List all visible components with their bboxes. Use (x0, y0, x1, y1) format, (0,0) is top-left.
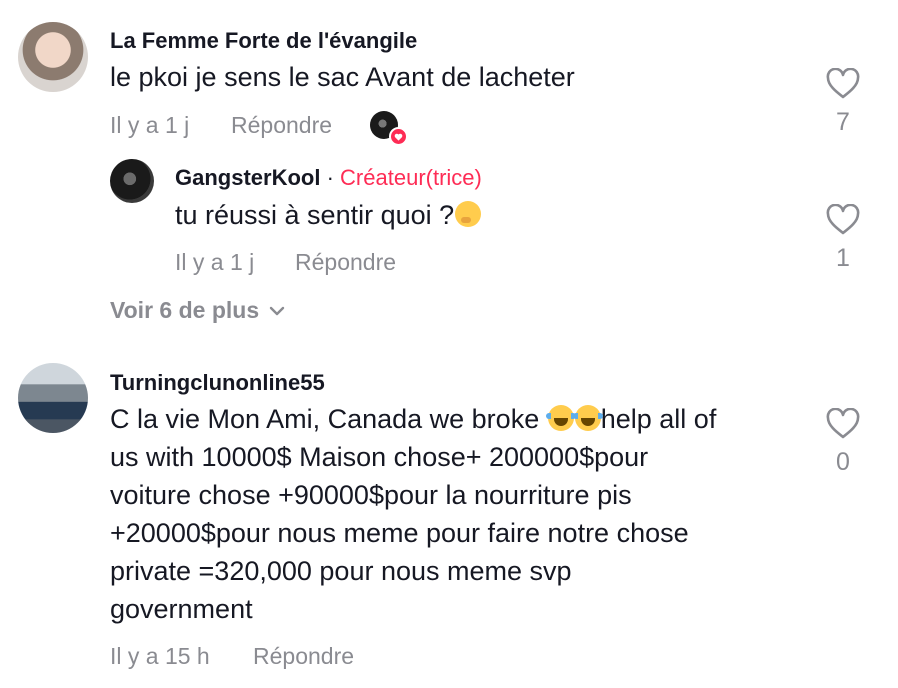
chevron-down-icon (269, 306, 285, 315)
comment-line: C la vie Mon Ami, Canada we broke help a… (110, 404, 717, 434)
separator: · (326, 165, 334, 190)
laughing-tears-icon (545, 405, 576, 431)
avatar[interactable] (18, 363, 88, 433)
like-button[interactable]: 0 (813, 408, 873, 477)
avatar[interactable] (110, 159, 154, 203)
creator-badge: Créateur(trice) (340, 165, 482, 190)
comment-text: tu réussi à sentir quoi ? (175, 196, 482, 234)
reply-username-row: GangsterKool · Créateur(trice) (175, 165, 482, 191)
thinking-face-icon (455, 201, 482, 227)
reply-button[interactable]: Répondre (231, 112, 332, 139)
comment-line: voiture chose +90000$pour la nourriture … (110, 480, 632, 510)
comment-timestamp: Il y a 1 j (110, 112, 190, 138)
laughing-tears-icon (572, 405, 603, 431)
comment-timestamp: Il y a 1 j (175, 249, 255, 275)
comment-line: us with 10000$ Maison chose+ 200000$pour (110, 442, 649, 472)
like-button[interactable]: 1 (813, 204, 873, 273)
reply-button[interactable]: Répondre (295, 249, 396, 276)
reply-button[interactable]: Répondre (253, 643, 354, 670)
heart-outline-icon[interactable] (825, 68, 861, 100)
comment-username[interactable]: Turningclunonline55 (110, 370, 325, 396)
like-count: 7 (836, 108, 850, 136)
view-more-label: Voir 6 de plus (110, 297, 260, 323)
comment-username[interactable]: GangsterKool (175, 165, 320, 190)
comment-text: C la vie Mon Ami, Canada we broke help a… (110, 400, 790, 628)
like-button[interactable]: 7 (813, 68, 873, 137)
comment-line: +20000$pour nous meme pour faire notre c… (110, 518, 689, 548)
comment-text-content: tu réussi à sentir quoi ? (175, 200, 455, 230)
comment-line: private =320,000 pour nous meme svp (110, 556, 572, 586)
comment-text: le pkoi je sens le sac Avant de lacheter (110, 62, 575, 92)
heart-outline-icon[interactable] (825, 408, 861, 440)
like-count: 1 (836, 244, 850, 272)
view-more-replies-button[interactable]: Voir 6 de plus (110, 297, 285, 324)
heart-badge-icon (389, 127, 408, 146)
like-count: 0 (836, 448, 850, 476)
heart-outline-icon[interactable] (825, 204, 861, 236)
avatar[interactable] (18, 22, 88, 92)
comment-timestamp: Il y a 15 h (110, 643, 210, 669)
comment-username[interactable]: La Femme Forte de l'évangile (110, 28, 417, 54)
comment-line: government (110, 594, 253, 624)
